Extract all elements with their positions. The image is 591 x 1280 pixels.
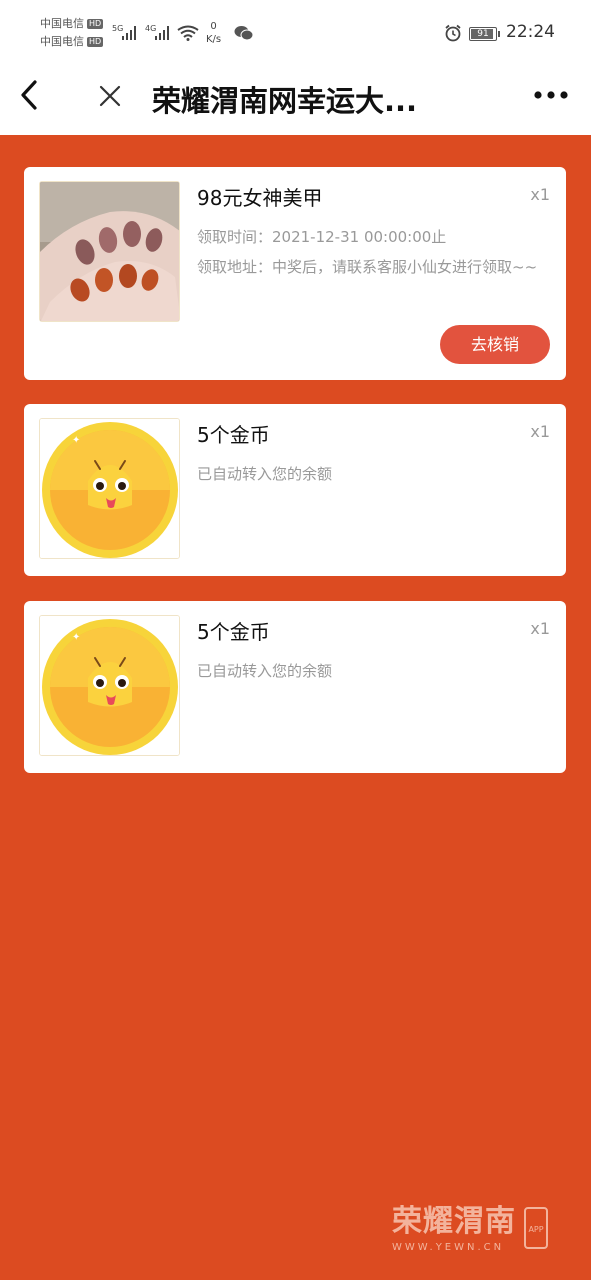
- prize-title: 5个金币: [197, 620, 270, 644]
- prize-quantity: x1: [530, 422, 550, 441]
- prize-note: 已自动转入您的余额: [197, 465, 333, 483]
- close-icon[interactable]: [98, 84, 122, 108]
- prize-image-nails: [39, 181, 180, 322]
- watermark-app-label: APP: [528, 1225, 544, 1234]
- watermark-brand: 荣耀渭南: [392, 1204, 516, 1239]
- carrier-1: 中国电信 HD: [40, 17, 104, 30]
- signal-4g-icon: [155, 26, 171, 40]
- prize-list-page: 98元女神美甲 x1 领取时间：2021-12-31 00:00:00止 领取地…: [0, 135, 591, 1280]
- more-icon[interactable]: [532, 88, 572, 102]
- prize-quantity: x1: [530, 185, 550, 204]
- net-speed-unit: K/s: [206, 34, 222, 45]
- battery-level: 91: [477, 29, 489, 39]
- prize-image-coin: ✦: [39, 615, 180, 756]
- prize-card: ✦ 5个金币 x1 已自动转入您的余额: [24, 601, 566, 773]
- clock: 22:24: [506, 22, 555, 42]
- prize-card: ✦ 5个金币 x1 已自动转入您的余额: [24, 404, 566, 576]
- brand-watermark: 荣耀渭南 WWW.YEWN.CN APP: [392, 1204, 548, 1253]
- prize-card: 98元女神美甲 x1 领取时间：2021-12-31 00:00:00止 领取地…: [24, 167, 566, 380]
- prize-note: 已自动转入您的余额: [197, 662, 333, 680]
- net-speed: 0 K/s: [206, 20, 221, 46]
- watermark-url: WWW.YEWN.CN: [392, 1242, 505, 1253]
- prize-title: 98元女神美甲: [197, 186, 323, 210]
- battery-indicator: 91: [469, 27, 500, 41]
- carrier-2-label: 中国电信: [40, 35, 84, 48]
- claim-deadline: 领取时间：2021-12-31 00:00:00止: [197, 228, 447, 246]
- signal-5g-icon: [122, 26, 138, 40]
- prize-quantity: x1: [530, 619, 550, 638]
- back-icon[interactable]: [16, 78, 42, 112]
- claim-address: 领取地址：中奖后，请联系客服小仙女进行领取~~: [197, 258, 538, 276]
- carrier-1-label: 中国电信: [40, 17, 84, 30]
- wechat-icon: [234, 26, 254, 41]
- coin-icon: ✦: [40, 419, 179, 558]
- redeem-button[interactable]: 去核销: [440, 325, 550, 364]
- status-bar: 中国电信 HD 中国电信 HD 5G 4G 0 K/s 91 22:24: [0, 0, 591, 64]
- page-title: 荣耀渭南网幸运大...: [152, 84, 418, 118]
- prize-title: 5个金币: [197, 423, 270, 447]
- svg-text:✦: ✦: [72, 632, 80, 643]
- prize-image-coin: ✦: [39, 418, 180, 559]
- net-speed-value: 0: [210, 21, 217, 32]
- coin-icon: ✦: [40, 616, 179, 755]
- hd-badge-2: HD: [87, 37, 104, 47]
- wifi-icon: [177, 25, 199, 41]
- manicure-photo: [40, 182, 179, 321]
- carrier-2: 中国电信 HD: [40, 35, 104, 48]
- alarm-icon: [445, 24, 461, 42]
- hd-badge-1: HD: [87, 19, 104, 29]
- nav-bar: 荣耀渭南网幸运大...: [0, 64, 591, 135]
- svg-text:✦: ✦: [72, 435, 80, 446]
- app-phone-icon: APP: [524, 1207, 548, 1249]
